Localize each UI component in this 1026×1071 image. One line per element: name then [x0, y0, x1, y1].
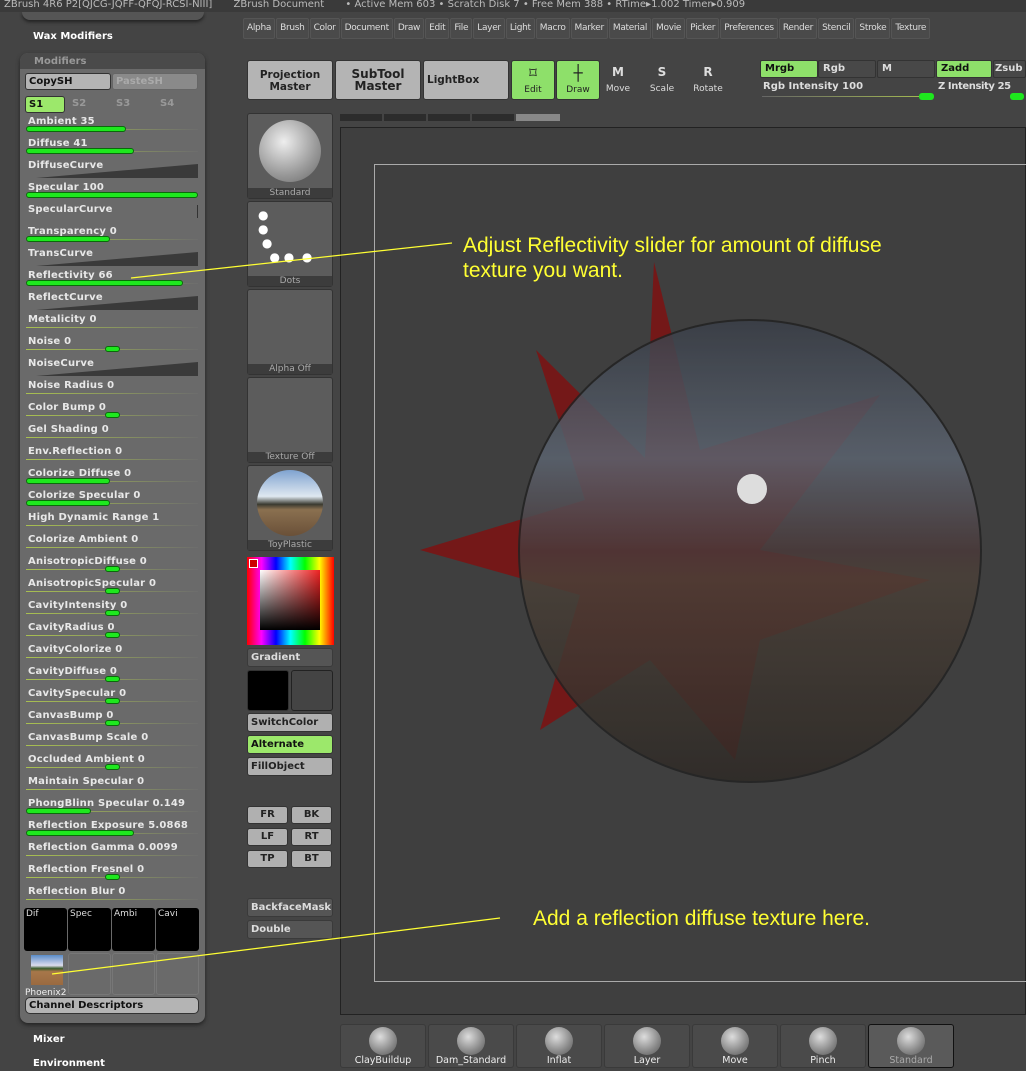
annotation-texture: Add a reflection diffuse texture here.: [533, 907, 870, 930]
modifier-label: Transparency 0: [28, 226, 117, 237]
brush-inflat[interactable]: Inflat: [516, 1024, 602, 1068]
brush-label: Inflat: [546, 1055, 572, 1066]
modifier-label: Reflection Blur 0: [28, 886, 126, 897]
modifier-label: CanvasBump Scale 0: [28, 732, 149, 743]
modifier-label: Occluded Ambient 0: [28, 754, 145, 765]
specular-highlight: [737, 474, 767, 504]
modifier-label: Specular 100: [28, 182, 105, 193]
modifier-label: SpecularCurve: [28, 204, 113, 215]
brush-icon: [633, 1027, 661, 1055]
modifier-label: CavitySpecular 0: [28, 688, 127, 699]
modifier-label: CavityColorize 0: [28, 644, 123, 655]
annotation-line-top: [130, 242, 453, 279]
brush-icon: [721, 1027, 749, 1055]
modifier-label: Colorize Diffuse 0: [28, 468, 132, 479]
modifier-label: Reflectivity 66: [28, 270, 113, 281]
modifier-label: Maintain Specular 0: [28, 776, 145, 787]
brush-pinch[interactable]: Pinch: [780, 1024, 866, 1068]
brush-icon: [545, 1027, 573, 1055]
app-title: ZBrush 4R6 P2[QJCG-JQFF-QFQJ-RCSI-NIII]: [4, 0, 213, 10]
modifier-label: Noise 0: [28, 336, 72, 347]
modifier-label: Noise Radius 0: [28, 380, 115, 391]
brush-standard[interactable]: Standard: [868, 1024, 954, 1068]
modifier-label: Gel Shading 0: [28, 424, 109, 435]
brush-icon: [897, 1027, 925, 1055]
modifier-label: Env.Reflection 0: [28, 446, 123, 457]
brush-label: Layer: [633, 1055, 661, 1066]
brush-layer[interactable]: Layer: [604, 1024, 690, 1068]
brush-icon: [369, 1027, 397, 1055]
modifier-label: Diffuse 41: [28, 138, 88, 149]
status-readout: • Active Mem 603 • Scratch Disk 7 • Free…: [345, 0, 746, 10]
modifier-label: Color Bump 0: [28, 402, 107, 413]
modifier-label: TransCurve: [28, 248, 94, 259]
modifier-label: Metalicity 0: [28, 314, 97, 325]
annotation-reflectivity: Adjust Reflectivity slider for amount of…: [463, 234, 882, 282]
modifier-label: CavityIntensity 0: [28, 600, 128, 611]
modifier-label: CanvasBump 0: [28, 710, 114, 721]
brush-label: Move: [722, 1055, 748, 1066]
brush-dam_standard[interactable]: Dam_Standard: [428, 1024, 514, 1068]
modifier-label: NoiseCurve: [28, 358, 95, 369]
brush-label: Dam_Standard: [435, 1055, 507, 1066]
modifier-label: PhongBlinn Specular 0.149: [28, 798, 186, 809]
modifier-label: Colorize Specular 0: [28, 490, 141, 501]
title-bar: ZBrush 4R6 P2[QJCG-JQFF-QFQJ-RCSI-NIII] …: [0, 0, 1026, 12]
reflective-sphere[interactable]: [518, 319, 982, 783]
brush-shelf: ClayBuildup Dam_Standard Inflat Layer Move Pi…: [338, 1020, 1026, 1071]
modifier-label: CavityRadius 0: [28, 622, 115, 633]
modifier-label: Ambient 35: [28, 116, 95, 127]
brush-label: Pinch: [810, 1055, 836, 1066]
modifier-label: ReflectCurve: [28, 292, 103, 303]
brush-label: Standard: [889, 1055, 933, 1066]
document-title: ZBrush Document: [233, 0, 325, 10]
brush-move[interactable]: Move: [692, 1024, 778, 1068]
brush-claybuildup[interactable]: ClayBuildup: [340, 1024, 426, 1068]
modifier-label: Reflection Gamma 0.0099: [28, 842, 178, 853]
modifier-label: Reflection Fresnel 0: [28, 864, 145, 875]
annotation-line-bottom: [51, 917, 501, 975]
modifier-label: CavityDiffuse 0: [28, 666, 118, 677]
brush-icon: [457, 1027, 485, 1055]
viewport-overlay: [51, 242, 982, 975]
modifier-label: AnisotropicDiffuse 0: [28, 556, 147, 567]
modifier-label: Reflection Exposure 5.0868: [28, 820, 189, 831]
brush-label: ClayBuildup: [354, 1055, 412, 1066]
modifier-label: AnisotropicSpecular 0: [28, 578, 157, 589]
brush-icon: [809, 1027, 837, 1055]
modifier-label: High Dynamic Range 1: [28, 512, 160, 523]
modifier-label: Colorize Ambient 0: [28, 534, 139, 545]
modifier-label: DiffuseCurve: [28, 160, 104, 171]
